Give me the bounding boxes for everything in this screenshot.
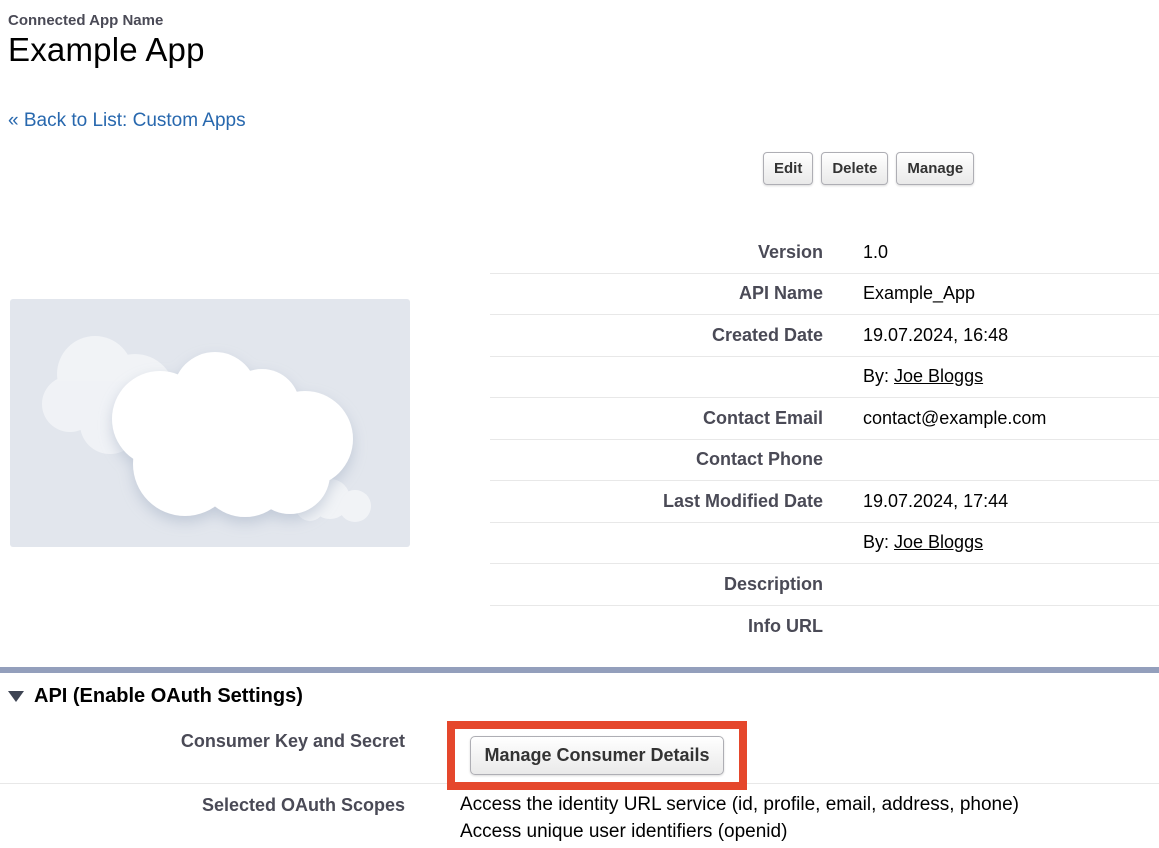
toolbar-button[interactable]: Manage <box>896 152 974 185</box>
page-header: Connected App Name Example App <box>8 12 205 69</box>
oauth-scopes-label: Selected OAuth Scopes <box>0 795 405 816</box>
oauth-section-heading: API (Enable OAuth Settings) <box>8 685 303 708</box>
toolbar-button[interactable]: Delete <box>821 152 888 185</box>
connected-app-detail-page: Connected App Name Example App « Back to… <box>0 0 1159 848</box>
page-title: Example App <box>8 31 205 69</box>
field-label: Info URL <box>490 616 823 637</box>
field-value: contact@example.com <box>863 408 1046 429</box>
field-label: Contact Email <box>490 408 823 429</box>
table-row: Description <box>490 564 1159 606</box>
field-label: API Name <box>490 283 823 304</box>
field-value-text: 19.07.2024, 17:44 <box>863 491 1008 511</box>
field-value: By: Joe Bloggs <box>863 532 983 553</box>
field-value: By: Joe Bloggs <box>863 366 983 387</box>
section-divider-bar <box>0 667 1159 673</box>
field-value-text: By: <box>863 532 894 552</box>
table-row: API Name Example_App <box>490 274 1159 316</box>
table-row: Version 1.0 <box>490 232 1159 274</box>
table-row: Last Modified Date 19.07.2024, 17:44 <box>490 481 1159 523</box>
table-row: By: Joe Bloggs <box>490 357 1159 399</box>
field-value: 19.07.2024, 16:48 <box>863 325 1008 346</box>
field-value: 19.07.2024, 17:44 <box>863 491 1008 512</box>
user-link[interactable]: Joe Bloggs <box>894 532 983 552</box>
table-row: By: Joe Bloggs <box>490 523 1159 565</box>
field-value: 1.0 <box>863 242 888 263</box>
consumer-key-label: Consumer Key and Secret <box>0 731 405 752</box>
table-row: Created Date 19.07.2024, 16:48 <box>490 315 1159 357</box>
back-to-list-link[interactable]: « Back to List: Custom Apps <box>8 110 246 132</box>
app-logo-image <box>10 299 410 547</box>
manage-consumer-details-button[interactable]: Manage Consumer Details <box>470 736 723 775</box>
table-row: Contact Phone <box>490 440 1159 482</box>
oauth-scope-item: Access the identity URL service (id, pro… <box>460 791 1019 818</box>
user-link[interactable]: Joe Bloggs <box>894 366 983 386</box>
field-label: Created Date <box>490 325 823 346</box>
field-label: Description <box>490 574 823 595</box>
cloud-illustration-icon <box>10 299 410 547</box>
field-value-text: By: <box>863 366 894 386</box>
oauth-scope-item: Access unique user identifiers (openid) <box>460 818 1019 845</box>
field-value-text: contact@example.com <box>863 408 1046 428</box>
section-heading-text: API (Enable OAuth Settings) <box>34 685 303 708</box>
table-row: Contact Email contact@example.com <box>490 398 1159 440</box>
highlight-annotation-box: Manage Consumer Details <box>447 721 747 790</box>
field-value-text: Example_App <box>863 283 975 303</box>
detail-table: Version 1.0 API Name Example_App Created… <box>490 232 1159 647</box>
field-value-text: 1.0 <box>863 242 888 262</box>
field-value-text: 19.07.2024, 16:48 <box>863 325 1008 345</box>
field-value: Example_App <box>863 283 975 304</box>
field-label: Contact Phone <box>490 449 823 470</box>
action-button-group: Edit Delete Manage <box>763 152 974 185</box>
table-row: Info URL <box>490 606 1159 648</box>
field-label: Last Modified Date <box>490 491 823 512</box>
toolbar-button[interactable]: Edit <box>763 152 813 185</box>
oauth-scopes-list: Access the identity URL service (id, pro… <box>460 791 1019 845</box>
collapse-triangle-icon[interactable] <box>8 691 24 702</box>
field-label: Version <box>490 242 823 263</box>
page-type-label: Connected App Name <box>8 12 205 29</box>
